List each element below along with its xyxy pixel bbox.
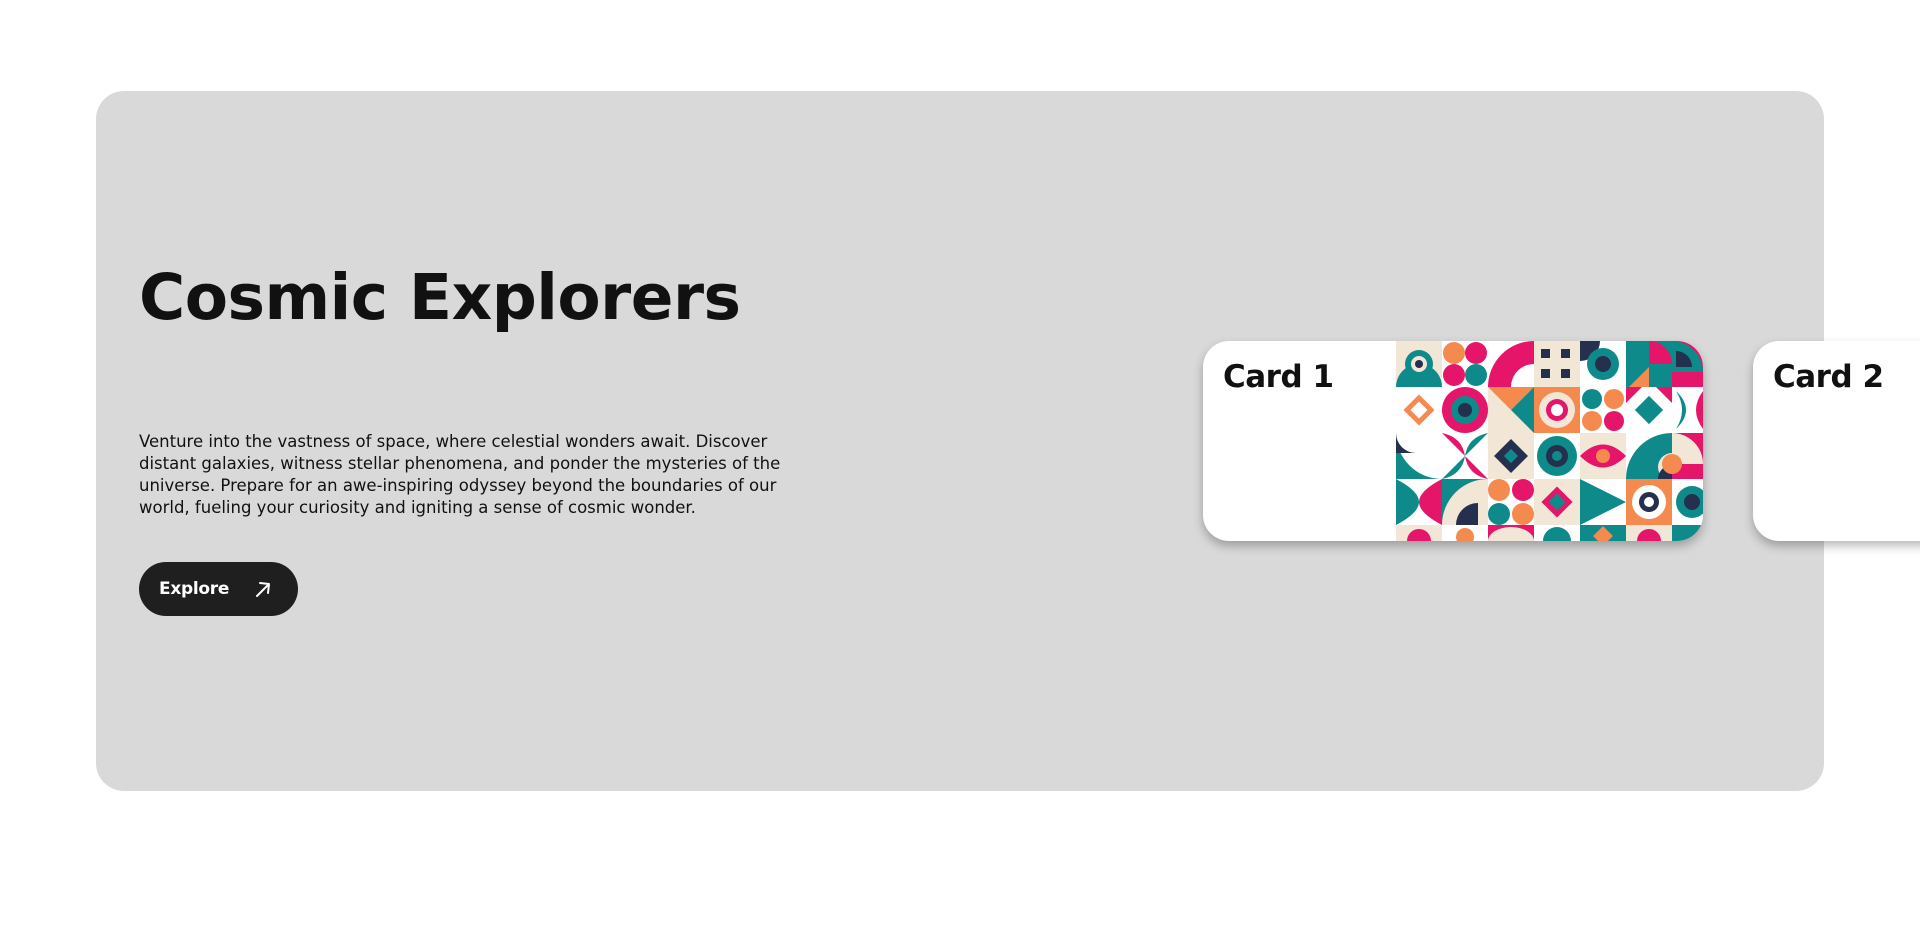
hero-title: Cosmic Explorers (139, 261, 741, 334)
hero-description: Venture into the vastness of space, wher… (139, 432, 781, 517)
explore-button-label: Explore (159, 579, 230, 599)
card-1-title: Card 1 (1223, 359, 1334, 395)
card-1[interactable]: Card 1 (1203, 341, 1703, 541)
explore-button[interactable]: Explore (139, 562, 298, 616)
card-2[interactable]: Card 2 (1753, 341, 1920, 541)
arrow-up-right-icon (256, 582, 270, 597)
card-2-title: Card 2 (1773, 359, 1884, 395)
geometric-pattern-image (1396, 341, 1703, 541)
